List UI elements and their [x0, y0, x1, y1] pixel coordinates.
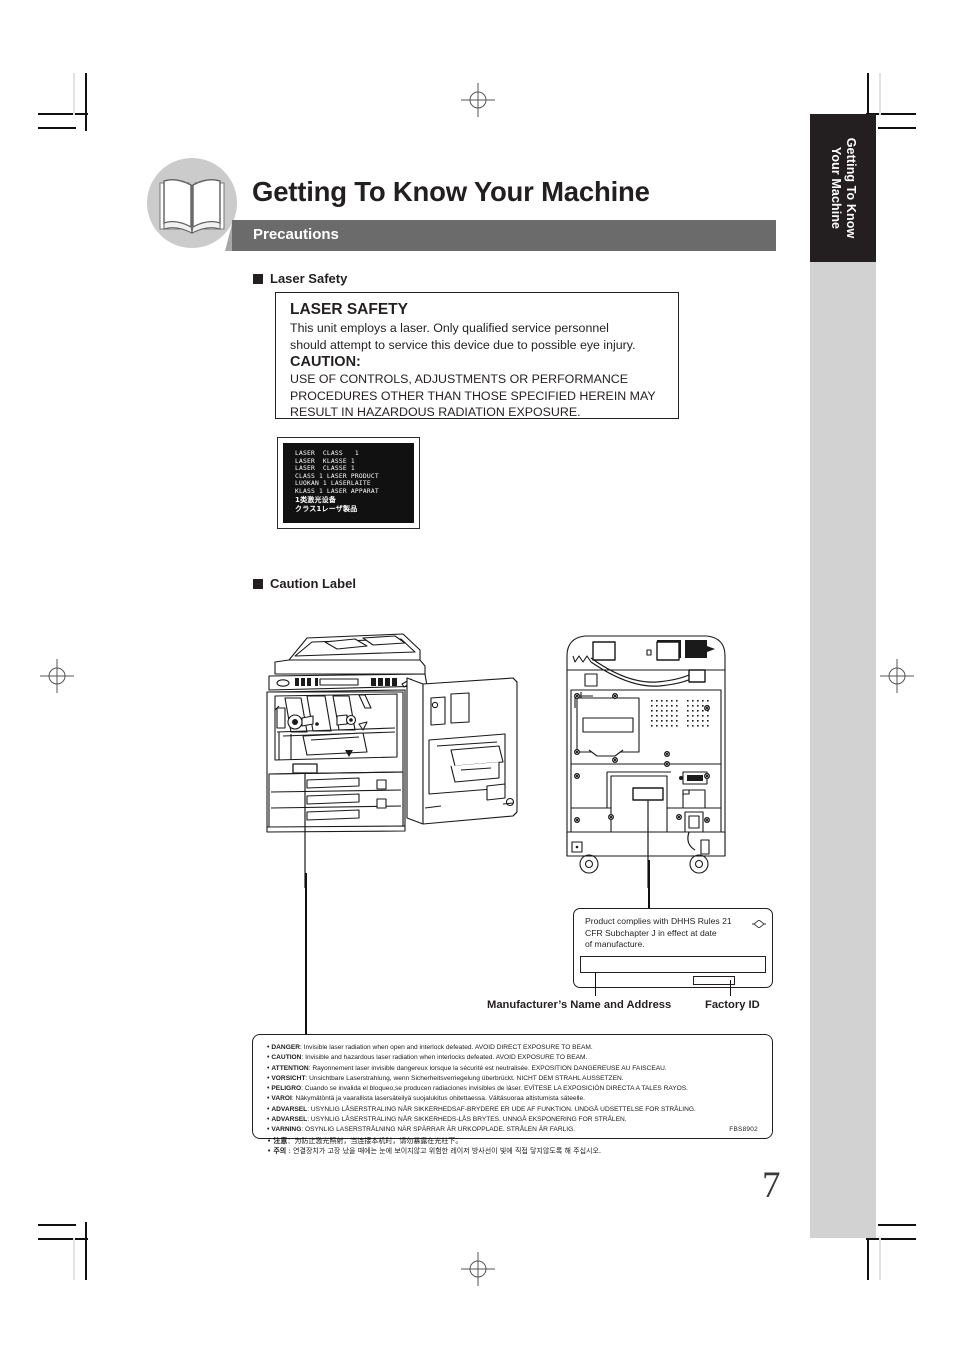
- crop-mark-bottom-left-h: [38, 1238, 88, 1240]
- warning-line-language: 注意: [273, 1136, 288, 1145]
- warning-line: • CAUTION: Invisible and hazardous laser…: [267, 1053, 762, 1063]
- warning-line-text: : USYNLIG LÅSERSTRALING NÅR SIKKERHEDS-L…: [307, 1116, 627, 1124]
- open-book-icon: [146, 157, 238, 249]
- plate-line-5: LUOKAN 1 LASERLAITE: [295, 480, 371, 488]
- dhhs-manufacturer-address-field: [580, 956, 766, 973]
- page-number: 7: [762, 1165, 781, 1206]
- warning-line-text: : Cuando se invalida el bloqueo,se produ…: [301, 1085, 689, 1093]
- warning-line: • VORSICHT: Unsichtbare Laserstrahlung, …: [267, 1074, 762, 1084]
- warning-line: • VAROI: Näkymätöntä ja vaarallista lase…: [267, 1094, 762, 1104]
- dhhs-ce-mark-icon: [752, 915, 766, 929]
- laser-safety-line-1: This unit employs a laser. Only qualifie…: [290, 321, 609, 335]
- bullet-square-icon: [253, 578, 263, 589]
- registration-mark-bottom: [461, 1252, 495, 1286]
- page-title: Getting To Know Your Machine: [252, 176, 650, 207]
- warning-line-text: : OSYNLIG LASERSTRÅLNING NÄR SPÄRRAR ÄR …: [301, 1126, 576, 1134]
- warning-line: • ADVARSEL: USYNLIG LÅSERSTRALING NÅR SI…: [267, 1105, 762, 1115]
- laser-class-plate: LASER CLASS 1 LASER KLASSE 1 LASER CLASS…: [277, 437, 420, 529]
- dhhs-line-2: CFR Subchapter J in effect at date: [585, 927, 717, 938]
- laser-safety-box-title: LASER SAFETY: [290, 301, 408, 318]
- heading-caution-label: Caution Label: [253, 576, 356, 591]
- callout-manufacturer-address: Manufacturer’s Name and Address: [487, 999, 672, 1011]
- warning-line: • VARNING: OSYNLIG LASERSTRÅLNING NÄR SP…: [267, 1125, 762, 1135]
- laser-safety-line-2: should attempt to service this device du…: [290, 337, 636, 352]
- warning-line-text: : Unsichtbare Laserstrahlung, wenn Siche…: [305, 1074, 624, 1082]
- bullet-square-icon: [253, 273, 263, 284]
- leader-line-dhhs: [648, 860, 650, 910]
- warning-line-text: : USYNLIG LÅSERSTRALING NÅR SIKKERHEDSAF…: [307, 1105, 696, 1113]
- heading-laser-safety: Laser Safety: [253, 271, 347, 286]
- plate-line-6: KLASS 1 LASER APPARAT: [295, 487, 379, 495]
- plate-line-7: 1类激光设备: [295, 495, 337, 504]
- crop-mark-bottom-right-v2: [879, 1238, 881, 1280]
- warning-line: • ADVARSEL: USYNLIG LÅSERSTRALING NÅR SI…: [267, 1115, 762, 1125]
- registration-mark-right: [880, 659, 914, 693]
- leader-line-factory-id: [730, 980, 732, 996]
- plate-line-4: CLASS 1 LASER PRODUCT: [295, 472, 379, 480]
- plate-line-3: LASER CLASSE 1: [295, 465, 355, 473]
- copier-rear-view: [566, 635, 726, 874]
- warning-line-text: : Rayonnement laser invisible dangereux …: [308, 1064, 667, 1072]
- warning-line-language: DANGER: [271, 1044, 300, 1051]
- warning-line-language: CAUTION: [271, 1054, 302, 1062]
- laser-safety-caution-3: RESULT IN HAZARDOUS RADIATION EXPOSURE.: [290, 405, 581, 419]
- warning-line-language: 주의: [273, 1147, 287, 1156]
- crop-mark-bottom-left-h2: [38, 1224, 76, 1226]
- registration-mark-left: [40, 659, 74, 693]
- crop-mark-top-left-v: [85, 73, 87, 131]
- laser-safety-caution-title: CAUTION:: [290, 354, 361, 370]
- warning-line: • DANGER: Invisible laser radiation when…: [267, 1043, 762, 1053]
- warning-line-language: VARNING: [271, 1126, 302, 1134]
- dhhs-rating-label: Product complies with DHHS Rules 21 CFR …: [573, 908, 773, 988]
- warning-line-language: ATTENTION: [271, 1064, 309, 1072]
- warning-line: • 注意：为防止激光照射，当连接本机时，请勿暴露在光柱下。: [267, 1136, 762, 1147]
- crop-mark-top-left-v2: [73, 73, 75, 115]
- laser-safety-caution-1: USE OF CONTROLS, ADJUSTMENTS OR PERFORMA…: [290, 372, 629, 386]
- crop-mark-bottom-right-h2: [878, 1224, 916, 1226]
- heading-caution-label-text: Caution Label: [270, 576, 356, 591]
- crop-mark-bottom-left-v: [85, 1222, 87, 1280]
- dhhs-line-1: Product complies with DHHS Rules 21: [585, 916, 732, 926]
- laser-class-plate-inner: LASER CLASS 1 LASER KLASSE 1 LASER CLASS…: [283, 443, 414, 523]
- warning-line-language: PELIGRO: [271, 1085, 302, 1093]
- side-tab-label: Getting To Know Your Machine: [829, 137, 858, 239]
- warning-line-text: : 연결장치가 고장 났을 때에는 눈에 보이지않고 위험한 레이저 방사선이 …: [286, 1147, 602, 1156]
- dhhs-factory-id-field: [693, 976, 735, 985]
- plate-line-2: LASER KLASSE 1: [295, 457, 355, 465]
- callout-factory-id: Factory ID: [705, 999, 760, 1011]
- section-bar-label: Precautions: [253, 226, 339, 243]
- crop-mark-bottom-left-v2: [73, 1238, 75, 1280]
- warning-line-text: : Näkymätöntä ja vaarallista lasersäteil…: [291, 1095, 586, 1103]
- crop-mark-top-left-h2: [38, 127, 76, 129]
- warning-line-text: : Invisible and hazardous laser radiatio…: [301, 1054, 588, 1062]
- document-page: Getting To Know Your Machine Getting To …: [0, 0, 954, 1351]
- warning-line-text: ：为防止激光照射，当连接本机时，请勿暴露在光柱下。: [287, 1136, 463, 1145]
- warning-line: • PELIGRO: Cuando se invalida el bloqueo…: [267, 1084, 762, 1094]
- warning-line-language: ADVARSEL: [271, 1105, 308, 1113]
- laser-safety-box: LASER SAFETY This unit employs a laser. …: [275, 292, 679, 419]
- plate-line-8: クラス1レーザ製品: [295, 504, 358, 513]
- registration-mark-top: [461, 83, 495, 117]
- warning-line-text: : Invisible laser radiation when open an…: [299, 1044, 593, 1051]
- heading-laser-safety-label: Laser Safety: [270, 271, 348, 286]
- warning-lines-container: • DANGER: Invisible laser radiation when…: [267, 1043, 762, 1157]
- warning-line: • ATTENTION: Rayonnement laser invisible…: [267, 1064, 762, 1074]
- laser-safety-caution-2: PROCEDURES OTHER THAN THOSE SPECIFIED HE…: [290, 388, 656, 403]
- crop-mark-bottom-right-h: [866, 1238, 916, 1240]
- multilingual-laser-warning-label: • DANGER: Invisible laser radiation when…: [252, 1034, 773, 1155]
- crop-mark-top-left-h: [38, 113, 88, 115]
- warning-line-language: ADVARSEL: [271, 1116, 308, 1124]
- warning-line: • 주의 : 연결장치가 고장 났을 때에는 눈에 보이지않고 위험한 레이저 …: [267, 1146, 762, 1157]
- crop-mark-top-right-v2: [879, 73, 881, 115]
- copier-illustration: [255, 612, 775, 902]
- crop-mark-top-right-h2: [878, 127, 916, 129]
- leader-line-manufacturer: [595, 972, 597, 996]
- warning-line-language: VORSICHT: [271, 1074, 306, 1082]
- plate-line-1: LASER CLASS 1: [295, 450, 359, 457]
- warning-label-part-number: FBS8902: [729, 1126, 758, 1133]
- dhhs-line-3: of manufacture.: [585, 939, 645, 949]
- leader-line-warning: [305, 873, 307, 1034]
- side-tab-grey-strip: [810, 262, 876, 1238]
- warning-line-language: VAROI: [271, 1095, 292, 1103]
